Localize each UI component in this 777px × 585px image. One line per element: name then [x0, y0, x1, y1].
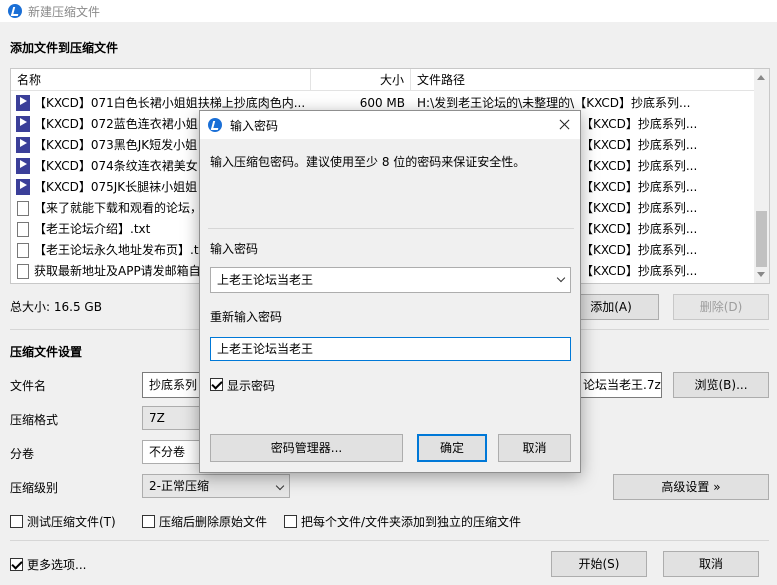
scroll-thumb[interactable]: [756, 211, 767, 267]
scroll-up-arrow-icon[interactable]: [757, 75, 765, 80]
video-file-icon: [16, 95, 30, 111]
format-value: 7Z: [149, 411, 165, 425]
each-separate-checkbox[interactable]: [284, 515, 297, 528]
filename-value-tail: 论坛当老王.7z: [583, 378, 661, 392]
video-file-icon: [16, 137, 30, 153]
password-input[interactable]: 上老王论坛当老王: [210, 267, 571, 293]
text-file-icon: [17, 263, 29, 279]
file-name: 【老王论坛永久地址发布页】.tx: [34, 243, 206, 257]
chevron-down-icon: [275, 481, 285, 491]
dialog-description: 输入压缩包密码。建议使用至少 8 位的密码来保证安全性。: [210, 155, 526, 169]
chevron-down-icon[interactable]: [556, 273, 566, 283]
dialog-title: 输入密码: [230, 118, 279, 133]
more-options-label: 更多选项...: [27, 558, 87, 572]
file-name: 【KXCD】075JK长腿袜小姐姐: [34, 180, 198, 194]
advanced-settings-button[interactable]: 高级设置 »: [613, 474, 769, 500]
scroll-down-arrow-icon[interactable]: [757, 272, 765, 277]
delete-button[interactable]: 删除(D): [673, 294, 769, 320]
close-icon[interactable]: [554, 115, 574, 135]
file-name: 【来了就能下载和观看的论坛，: [34, 201, 203, 215]
file-list-scrollbar[interactable]: [754, 69, 769, 283]
app-logo-icon: [8, 4, 22, 18]
password-label: 输入密码: [210, 242, 259, 256]
format-label: 压缩格式: [10, 413, 59, 427]
filename-label: 文件名: [10, 379, 47, 393]
file-list-header: 名称 大小 文件路径: [11, 69, 756, 91]
video-file-icon: [16, 179, 30, 195]
total-size: 总大小: 16.5 GB: [10, 300, 102, 314]
start-button[interactable]: 开始(S): [551, 551, 647, 577]
text-file-icon: [17, 200, 29, 216]
cancel-button[interactable]: 取消: [663, 551, 759, 577]
dialog-title-bar: 输入密码: [200, 111, 580, 139]
test-archive-label: 测试压缩文件(T): [27, 515, 116, 529]
divider: [208, 228, 574, 229]
title-bar: 新建压缩文件: [0, 0, 777, 22]
browse-button[interactable]: 浏览(B)...: [673, 372, 769, 398]
more-options-checkbox[interactable]: [10, 558, 23, 571]
level-value: 2-正常压缩: [149, 479, 209, 493]
file-name: 【老王论坛介绍】.txt: [34, 222, 151, 236]
settings-heading: 压缩文件设置: [10, 345, 83, 359]
file-name: 【KXCD】072蓝色连衣裙小姐: [34, 117, 198, 131]
column-header-size[interactable]: 大小: [311, 69, 411, 91]
app-logo-icon: [208, 118, 222, 132]
password-dialog: 输入密码 输入压缩包密码。建议使用至少 8 位的密码来保证安全性。 输入密码 上…: [199, 110, 581, 473]
level-label: 压缩级别: [10, 481, 59, 495]
column-header-path[interactable]: 文件路径: [411, 69, 756, 91]
video-file-icon: [16, 116, 30, 132]
add-files-heading: 添加文件到压缩文件: [10, 41, 119, 55]
delete-after-checkbox[interactable]: [142, 515, 155, 528]
ok-button[interactable]: 确定: [417, 434, 487, 462]
confirm-password-value: 上老王论坛当老王: [217, 342, 314, 356]
delete-after-label: 压缩后删除原始文件: [159, 515, 268, 529]
split-value: 不分卷: [149, 445, 186, 459]
dialog-cancel-button[interactable]: 取消: [498, 434, 571, 462]
level-select[interactable]: 2-正常压缩: [142, 474, 290, 498]
password-value: 上老王论坛当老王: [217, 273, 314, 287]
confirm-password-input[interactable]: 上老王论坛当老王: [210, 337, 571, 361]
file-name: 获取最新地址及APP请发邮箱自: [34, 264, 201, 278]
each-separate-label: 把每个文件/文件夹添加到独立的压缩文件: [301, 515, 522, 529]
file-name: 【KXCD】074条纹连衣裙美女: [34, 159, 198, 173]
filename-value: 抄底系列: [149, 378, 198, 392]
dialog-description-area: 输入压缩包密码。建议使用至少 8 位的密码来保证安全性。: [200, 139, 580, 195]
text-file-icon: [17, 221, 29, 237]
file-name: 【KXCD】073黑色JK短发小姐: [34, 138, 198, 152]
show-password-label: 显示密码: [227, 379, 276, 393]
column-header-name[interactable]: 名称: [11, 69, 311, 91]
window-title: 新建压缩文件: [28, 4, 101, 19]
video-file-icon: [16, 158, 30, 174]
password-manager-button[interactable]: 密码管理器...: [210, 434, 403, 462]
test-archive-checkbox[interactable]: [10, 515, 23, 528]
divider: [10, 540, 769, 541]
text-file-icon: [17, 242, 29, 258]
confirm-password-label: 重新输入密码: [210, 310, 283, 324]
show-password-checkbox[interactable]: [210, 378, 223, 391]
split-label: 分卷: [10, 447, 35, 461]
